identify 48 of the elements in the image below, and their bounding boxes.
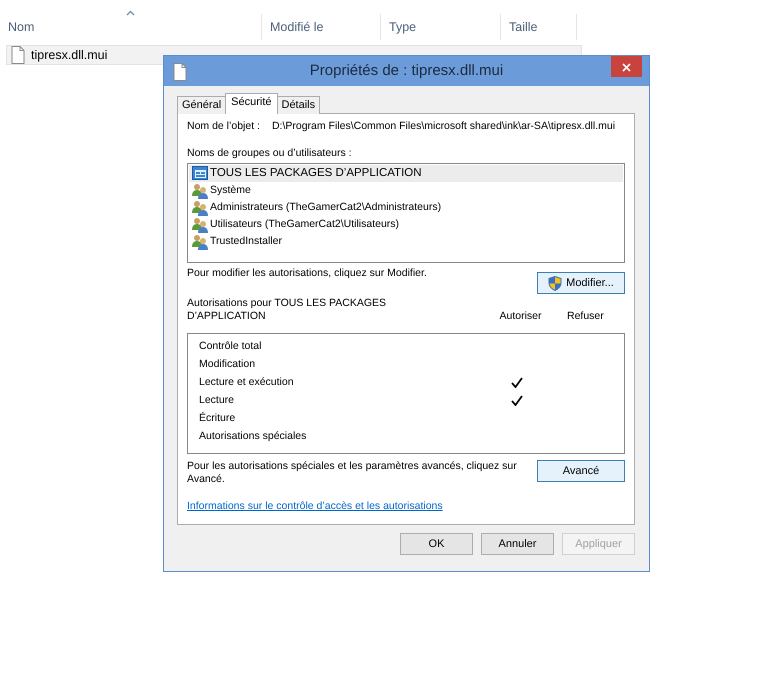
column-header: Refuser [567, 310, 604, 322]
group-name: Système [210, 184, 251, 197]
tab[interactable]: Sécurité [225, 93, 278, 114]
groups-label: Noms de groupes ou d’utilisateurs : [187, 146, 353, 160]
group-item[interactable]: Utilisateurs (TheGamerCat2\Utilisateurs) [189, 216, 623, 234]
document-icon [173, 63, 187, 81]
document-icon [11, 46, 25, 64]
object-label: Nom de l’objet : [187, 120, 260, 133]
object-path: D:\Program Files\Common Files\microsoft shared\ink\ar-SA\tipresx.dll.mui [272, 120, 616, 133]
users-icon [192, 200, 208, 216]
column-header: Autoriser [498, 310, 542, 322]
dialog-button[interactable]: OK [400, 533, 473, 555]
column-header[interactable]: Type [389, 18, 416, 36]
help-link[interactable]: Informations sur le contrôle d’accès et les autorisations [187, 500, 443, 512]
column-header[interactable]: Modifié le [270, 18, 324, 36]
users-icon [192, 182, 208, 199]
package-icon [192, 166, 208, 182]
users-icon [192, 216, 208, 233]
permission-name: Autorisations spéciales [199, 430, 308, 443]
modify-hint: Pour modifier les autorisations, cliquez sur Modifier. [187, 267, 427, 282]
group-item[interactable]: TrustedInstaller [189, 233, 623, 250]
group-name: TOUS LES PACKAGES D’APPLICATION [210, 166, 422, 181]
close-icon [622, 63, 631, 72]
file-name: tipresx.dll.mui [31, 46, 108, 64]
dialog-button[interactable]: Annuler [481, 533, 554, 555]
group-item[interactable]: TOUS LES PACKAGES D’APPLICATION [189, 165, 623, 182]
permission-name: Lecture [199, 394, 236, 407]
window-title: Propriétés de : tipresx.dll.mui [310, 60, 504, 81]
column-header[interactable]: Taille [509, 18, 538, 36]
tab[interactable]: Général [177, 96, 226, 114]
close-button[interactable] [611, 56, 642, 77]
permission-name: Contrôle total [199, 340, 262, 353]
permissions-label: Autorisations pour TOUS LES PACKAGES D’APPLICATION [187, 297, 388, 322]
group-item[interactable]: Système [189, 182, 623, 200]
modify-button[interactable]: Modifier... [537, 272, 625, 294]
users-icon [192, 234, 208, 250]
advanced-hint: Pour les autorisations spéciales et les paramètres avancés, cliquez sur Avancé. [187, 460, 518, 486]
group-name: Utilisateurs (TheGamerCat2\Utilisateurs) [210, 218, 400, 231]
advanced-button[interactable]: Avancé [537, 460, 625, 482]
column-header[interactable]: Nom [8, 18, 34, 36]
shield-icon [548, 276, 562, 291]
group-name: TrustedInstaller [210, 235, 282, 248]
permission-name: Modification [199, 358, 256, 371]
permission-name: Lecture et exécution [199, 376, 295, 389]
tab[interactable]: Détails [276, 96, 320, 114]
group-item[interactable]: Administrateurs (TheGamerCat2\Administrateurs) [189, 199, 623, 216]
permission-name: Écriture [199, 412, 236, 425]
group-name: Administrateurs (TheGamerCat2\Administrateurs) [210, 201, 442, 214]
